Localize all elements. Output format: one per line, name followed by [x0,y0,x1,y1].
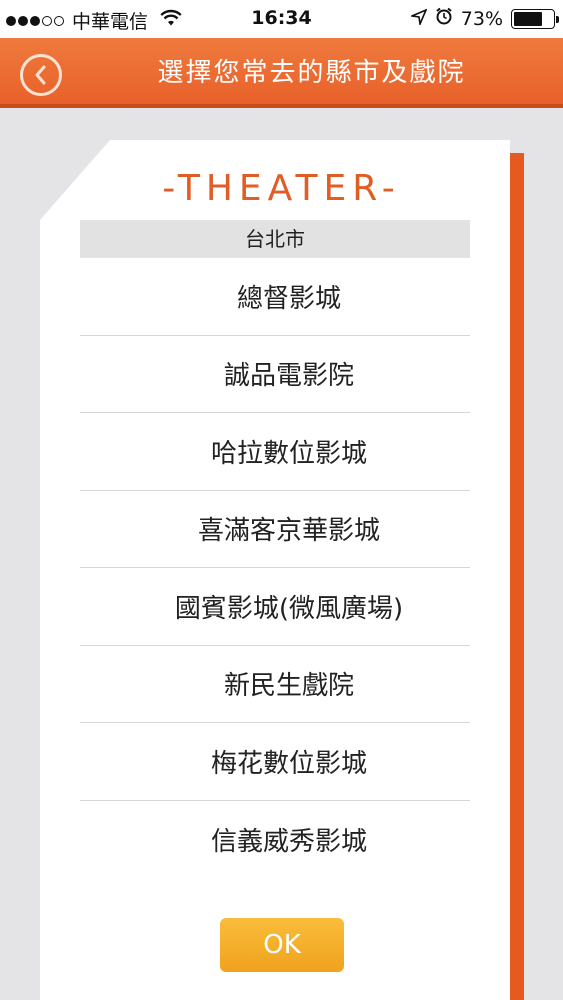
battery-level [514,11,542,26]
status-bar: 中華電信 16:34 73% [0,0,563,38]
theater-item[interactable]: 總督影城 [80,258,470,336]
app-header: 選擇您常去的縣市及戲院 [0,38,563,108]
location-arrow-icon [408,7,428,30]
ok-button[interactable]: OK [220,918,344,972]
alarm-clock-icon [435,7,453,30]
city-header: 台北市 [80,220,470,258]
theater-item[interactable]: 新民生戲院 [80,646,470,723]
theater-item[interactable]: 喜滿客京華影城 [80,491,470,568]
battery-icon [511,8,559,29]
theater-item[interactable]: 梅花數位影城 [80,723,470,801]
card-accent-edge [510,153,524,1000]
section-label: -THEATER- [162,168,401,209]
page-title: 選擇您常去的縣市及戲院 [157,58,466,88]
theater-item[interactable]: 國賓影城(微風廣場) [80,568,470,646]
battery-percent: 73% [460,7,503,30]
theater-item[interactable]: 信義威秀影城 [80,801,470,879]
theater-item[interactable]: 誠品電影院 [80,336,470,413]
theater-item[interactable]: 哈拉數位影城 [80,413,470,491]
theater-list: 總督影城 誠品電影院 哈拉數位影城 喜滿客京華影城 國賓影城(微風廣場) 新民生… [80,258,470,878]
status-right: 73% [408,7,559,30]
